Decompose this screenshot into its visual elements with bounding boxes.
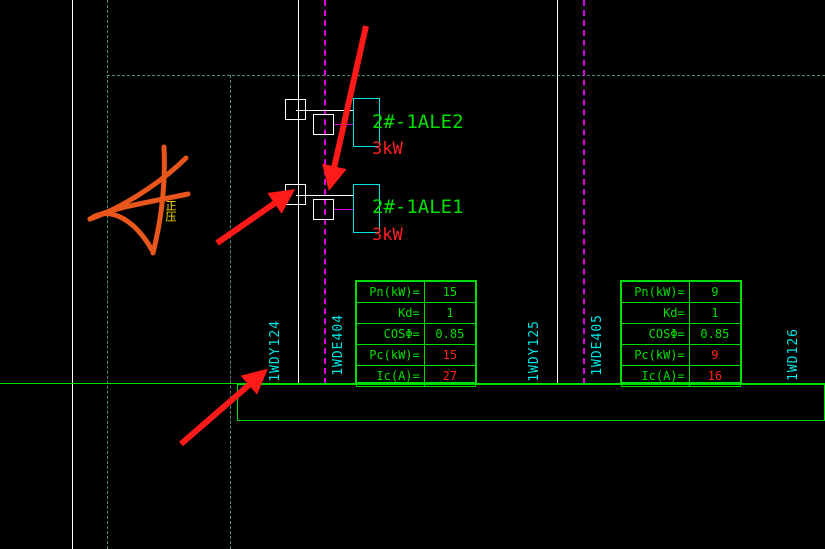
annotation-overlay [87, 25, 369, 447]
axis-label-1wdy125: 1WDY125 [527, 320, 542, 382]
cad-drawing-canvas[interactable]: 2#-1ALE2 3kW 2#-1ALE1 3kW 1WDY124 1WDE40… [0, 0, 825, 549]
axis-label-1wd126: 1WD126 [786, 328, 801, 381]
equipment-power-ale2: 3kW [372, 139, 403, 159]
table-cell-key: Pc(kW)= [621, 344, 690, 366]
grid-line-white-left [72, 0, 73, 549]
table-cell-key: Kd= [621, 302, 690, 324]
table-row: Ic(A)= 16 [621, 365, 742, 387]
yellow-annotation-text: 正压 [164, 200, 177, 222]
annotation-arrow-middle [215, 189, 296, 246]
table-row: COSΦ= 0.85 [621, 323, 742, 345]
table-row: COSΦ= 0.85 [356, 323, 477, 345]
table-row: Kd= 1 [621, 302, 742, 324]
table-cell-value: 27 [423, 365, 477, 387]
service-stub-ale2 [334, 124, 354, 125]
table-cell-key: COSΦ= [356, 323, 425, 345]
table-row: Pc(kW)= 9 [621, 344, 742, 366]
feeder-wire-ale2 [296, 110, 354, 111]
equipment-tag-ale1: 2#-1ALE1 [372, 196, 464, 218]
grid-line-dashed-horizontal [107, 75, 825, 76]
table-cell-key: Pn(kW)= [356, 281, 425, 303]
table-row: Ic(A)= 27 [356, 365, 477, 387]
table-row: Pn(kW)= 15 [356, 281, 477, 303]
table-cell-value: 9 [688, 344, 742, 366]
equipment-tag-ale2: 2#-1ALE2 [372, 111, 464, 133]
axis-label-1wde405: 1WDE405 [590, 314, 605, 376]
table-cell-value: 1 [688, 302, 742, 324]
table-cell-value: 0.85 [688, 323, 742, 345]
axis-label-1wdy124: 1WDY124 [268, 320, 283, 382]
table-cell-value: 9 [688, 281, 742, 303]
table-row: Pc(kW)= 15 [356, 344, 477, 366]
table-cell-key: Pn(kW)= [621, 281, 690, 303]
service-line-1wde404 [324, 0, 326, 384]
slab-rectangle [237, 384, 825, 421]
table-cell-value: 15 [423, 281, 477, 303]
feeder-wire-ale1 [296, 195, 354, 196]
table-cell-key: Ic(A)= [356, 365, 425, 387]
table-row: Pn(kW)= 9 [621, 281, 742, 303]
table-cell-key: Ic(A)= [621, 365, 690, 387]
table-cell-key: Kd= [356, 302, 425, 324]
grid-line-dashed-1 [107, 0, 108, 549]
grid-line-dashed-2 [230, 75, 231, 549]
table-cell-value: 16 [688, 365, 742, 387]
table-cell-key: COSΦ= [621, 323, 690, 345]
axis-label-1wde404: 1WDE404 [331, 314, 346, 376]
table-cell-key: Pc(kW)= [356, 344, 425, 366]
table-row: Kd= 1 [356, 302, 477, 324]
load-table-left[interactable]: Pn(kW)= 15 Kd= 1 COSΦ= 0.85 Pc(kW)= 15 I… [355, 280, 477, 387]
grid-line-white-col-2 [557, 0, 558, 384]
junction-box-ale1-inner [313, 199, 334, 220]
service-line-1wde405 [583, 0, 585, 384]
table-cell-value: 15 [423, 344, 477, 366]
load-table-right[interactable]: Pn(kW)= 9 Kd= 1 COSΦ= 0.85 Pc(kW)= 9 Ic(… [620, 280, 742, 387]
table-cell-value: 1 [423, 302, 477, 324]
service-stub-ale1 [334, 209, 354, 210]
equipment-power-ale1: 3kW [372, 225, 403, 245]
table-cell-value: 0.85 [423, 323, 477, 345]
junction-box-ale2-inner [313, 114, 334, 135]
